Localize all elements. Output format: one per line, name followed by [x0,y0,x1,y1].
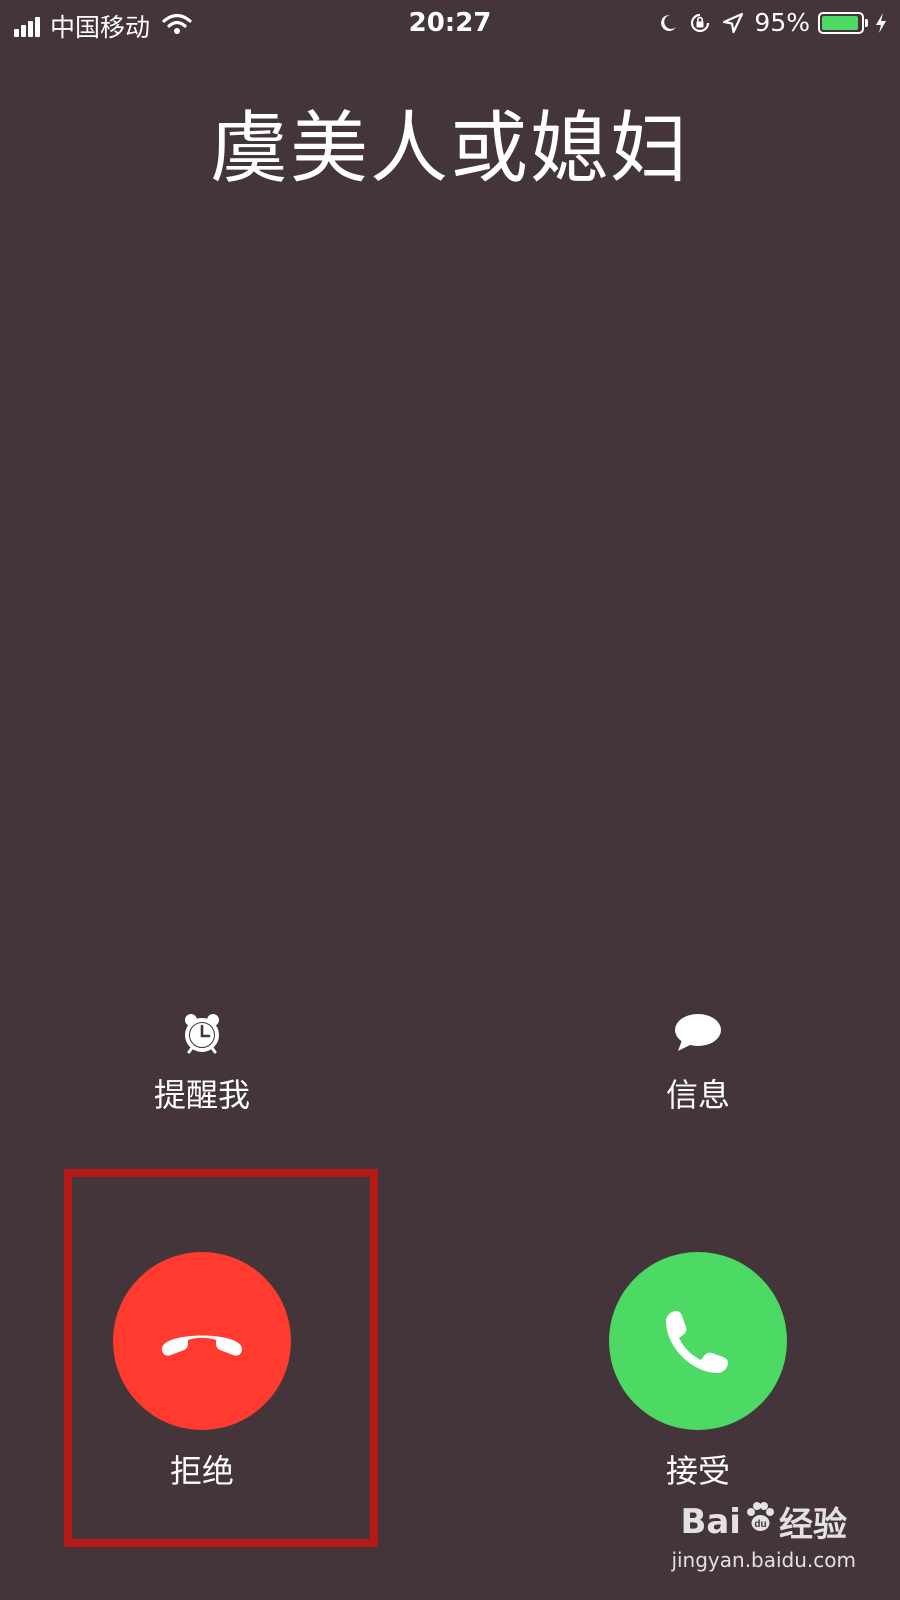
watermark-url: jingyan.baidu.com [671,1548,856,1572]
battery-icon [818,11,868,34]
accept-label: 接受 [665,1452,730,1490]
paw-icon: du [743,1500,777,1543]
alarm-clock-icon [102,1010,302,1056]
remind-me-button[interactable]: 提醒我 [102,1010,302,1116]
charging-bolt-icon [874,12,888,34]
remind-me-label: 提醒我 [153,1076,250,1114]
battery-fill [822,15,858,30]
battery-percent: 95% [754,8,810,37]
status-bar: 中国移动 20:27 95% [0,0,900,46]
watermark-brand-right: 经验 [778,1505,847,1545]
rotation-lock-icon [688,11,712,35]
highlight-annotation-box [64,1169,378,1547]
message-button[interactable]: 信息 [598,1010,798,1116]
svg-text:du: du [754,1519,766,1530]
message-label: 信息 [665,1076,730,1114]
accept-circle[interactable] [609,1252,787,1430]
do-not-disturb-moon-icon [658,13,678,33]
status-right: 95% [648,8,888,37]
battery-nub [865,18,868,27]
watermark-brand-left: Bai [680,1501,741,1542]
phone-answer-icon [666,1311,728,1373]
caller-name: 虞美人或媳妇 [209,104,690,194]
location-arrow-icon [722,12,744,34]
message-bubble-icon [598,1010,798,1056]
baidu-jingyan-watermark: Bai du 经验 jingyan.baidu.com [671,1497,856,1573]
accept-button[interactable]: 接受 [608,1252,788,1492]
watermark-brand: Bai du 经验 [671,1497,856,1546]
